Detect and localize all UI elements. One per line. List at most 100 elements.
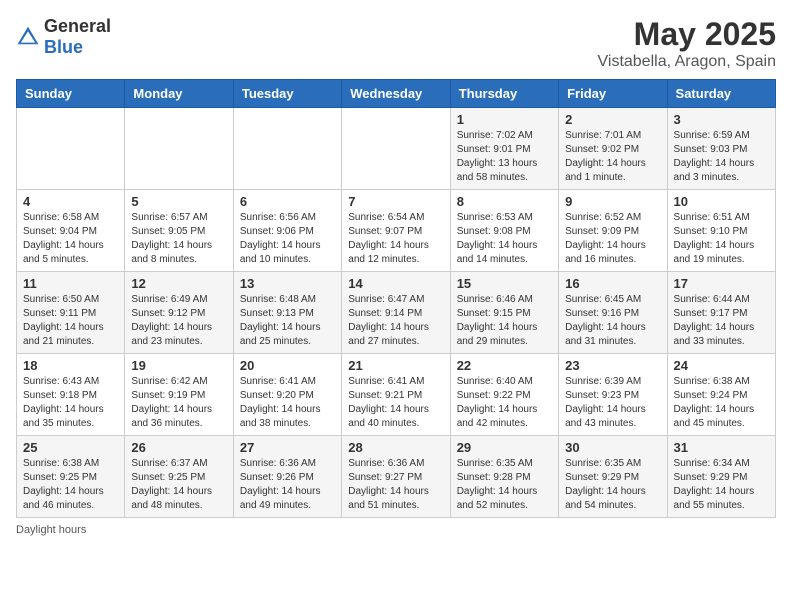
day-number: 21 — [348, 358, 443, 373]
table-row: 3Sunrise: 6:59 AMSunset: 9:03 PMDaylight… — [667, 108, 775, 190]
day-number: 13 — [240, 276, 335, 291]
day-info: Sunrise: 6:47 AMSunset: 9:14 PMDaylight:… — [348, 293, 443, 349]
table-row — [125, 108, 233, 190]
table-row: 25 Sunrise: 6:38 AMSunset: 9:25 PMDayligh… — [17, 436, 125, 518]
day-number: 12 — [131, 276, 226, 291]
day-info: Sunrise: 6:49 AMSunset: 9:12 PMDaylight:… — [131, 293, 226, 349]
header-monday: Monday — [125, 80, 233, 108]
month-title: May 2025 — [598, 16, 777, 53]
header-saturday: Saturday — [667, 80, 775, 108]
day-number: 17 — [674, 276, 769, 291]
day-info: Sunrise: 6:42 AMSunset: 9:19 PMDaylight:… — [131, 375, 226, 431]
day-number: 11 — [23, 276, 118, 291]
logo-text: General Blue — [44, 16, 111, 58]
day-info: Sunrise: 6:58 AMSunset: 9:04 PMDaylight:… — [23, 211, 118, 267]
day-info: Sunrise: 6:34 AMSunset: 9:29 PMDaylight:… — [674, 457, 769, 513]
day-number: 20 — [240, 358, 335, 373]
page-header: General Blue May 2025 Vistabella, Aragon… — [16, 16, 776, 71]
table-row: 12 Sunrise: 6:49 AMSunset: 9:12 PMDayligh… — [125, 272, 233, 354]
day-number: 19 — [131, 358, 226, 373]
table-row: 6 Sunrise: 6:56 AMSunset: 9:06 PMDaylight… — [233, 190, 341, 272]
day-number: 22 — [457, 358, 552, 373]
table-row: 19 Sunrise: 6:42 AMSunset: 9:19 PMDayligh… — [125, 354, 233, 436]
day-number: 9 — [565, 194, 660, 209]
title-block: May 2025 Vistabella, Aragon, Spain — [598, 16, 777, 71]
day-info: Sunrise: 6:44 AMSunset: 9:17 PMDaylight:… — [674, 293, 769, 349]
table-row: 31Sunrise: 6:34 AMSunset: 9:29 PMDayligh… — [667, 436, 775, 518]
calendar-header: Sunday Monday Tuesday Wednesday Thursday… — [17, 80, 776, 108]
day-info: Sunrise: 6:40 AMSunset: 9:22 PMDaylight:… — [457, 375, 552, 431]
table-row: 1Sunrise: 7:02 AMSunset: 9:01 PMDaylight… — [450, 108, 558, 190]
table-row: 21 Sunrise: 6:41 AMSunset: 9:21 PMDayligh… — [342, 354, 450, 436]
table-row: 18 Sunrise: 6:43 AMSunset: 9:18 PMDayligh… — [17, 354, 125, 436]
day-number: 15 — [457, 276, 552, 291]
day-number: 5 — [131, 194, 226, 209]
day-info: Sunrise: 6:41 AMSunset: 9:20 PMDaylight:… — [240, 375, 335, 431]
day-number: 25 — [23, 440, 118, 455]
day-info: Sunrise: 6:39 AMSunset: 9:23 PMDaylight:… — [565, 375, 660, 431]
day-number: 14 — [348, 276, 443, 291]
day-info: Sunrise: 6:48 AMSunset: 9:13 PMDaylight:… — [240, 293, 335, 349]
header-tuesday: Tuesday — [233, 80, 341, 108]
day-info: Sunrise: 6:45 AMSunset: 9:16 PMDaylight:… — [565, 293, 660, 349]
calendar-body: 1Sunrise: 7:02 AMSunset: 9:01 PMDaylight… — [17, 108, 776, 518]
header-thursday: Thursday — [450, 80, 558, 108]
day-number: 2 — [565, 112, 660, 127]
header-wednesday: Wednesday — [342, 80, 450, 108]
day-info: Sunrise: 6:46 AMSunset: 9:15 PMDaylight:… — [457, 293, 552, 349]
day-info: Sunrise: 6:38 AMSunset: 9:24 PMDaylight:… — [674, 375, 769, 431]
table-row: 4 Sunrise: 6:58 AMSunset: 9:04 PMDaylight… — [17, 190, 125, 272]
day-info: Sunrise: 6:50 AMSunset: 9:11 PMDaylight:… — [23, 293, 118, 349]
day-info: Sunrise: 6:35 AMSunset: 9:28 PMDaylight:… — [457, 457, 552, 513]
header-sunday: Sunday — [17, 80, 125, 108]
table-row: 22 Sunrise: 6:40 AMSunset: 9:22 PMDayligh… — [450, 354, 558, 436]
day-info: Sunrise: 6:53 AMSunset: 9:08 PMDaylight:… — [457, 211, 552, 267]
logo-general: General — [44, 16, 111, 36]
logo: General Blue — [16, 16, 111, 58]
table-row: 16 Sunrise: 6:45 AMSunset: 9:16 PMDayligh… — [559, 272, 667, 354]
logo-icon — [16, 25, 40, 49]
day-number: 7 — [348, 194, 443, 209]
table-row: 7 Sunrise: 6:54 AMSunset: 9:07 PMDaylight… — [342, 190, 450, 272]
table-row: 15 Sunrise: 6:46 AMSunset: 9:15 PMDayligh… — [450, 272, 558, 354]
day-number: 24 — [674, 358, 769, 373]
day-number: 4 — [23, 194, 118, 209]
table-row: 29 Sunrise: 6:35 AMSunset: 9:28 PMDayligh… — [450, 436, 558, 518]
day-info: Sunrise: 7:02 AMSunset: 9:01 PMDaylight:… — [457, 129, 552, 185]
day-info: Sunrise: 6:36 AMSunset: 9:26 PMDaylight:… — [240, 457, 335, 513]
day-info: Sunrise: 6:56 AMSunset: 9:06 PMDaylight:… — [240, 211, 335, 267]
day-number: 28 — [348, 440, 443, 455]
logo-blue: Blue — [44, 37, 83, 57]
footer: Daylight hours — [16, 524, 776, 536]
day-number: 29 — [457, 440, 552, 455]
day-number: 8 — [457, 194, 552, 209]
table-row: 24 Sunrise: 6:38 AMSunset: 9:24 PMDayligh… — [667, 354, 775, 436]
day-info: Sunrise: 6:57 AMSunset: 9:05 PMDaylight:… — [131, 211, 226, 267]
table-row: 5 Sunrise: 6:57 AMSunset: 9:05 PMDaylight… — [125, 190, 233, 272]
day-info: Sunrise: 6:54 AMSunset: 9:07 PMDaylight:… — [348, 211, 443, 267]
table-row: 2 Sunrise: 7:01 AMSunset: 9:02 PMDaylight… — [559, 108, 667, 190]
table-row: 9 Sunrise: 6:52 AMSunset: 9:09 PMDaylight… — [559, 190, 667, 272]
table-row: 11 Sunrise: 6:50 AMSunset: 9:11 PMDayligh… — [17, 272, 125, 354]
table-row — [17, 108, 125, 190]
day-info: Sunrise: 7:01 AMSunset: 9:02 PMDaylight:… — [565, 129, 660, 185]
day-number: 3 — [674, 112, 769, 127]
day-info: Sunrise: 6:38 AMSunset: 9:25 PMDaylight:… — [23, 457, 118, 513]
day-info: Sunrise: 6:37 AMSunset: 9:25 PMDaylight:… — [131, 457, 226, 513]
day-info: Sunrise: 6:43 AMSunset: 9:18 PMDaylight:… — [23, 375, 118, 431]
location-title: Vistabella, Aragon, Spain — [598, 53, 777, 71]
day-info: Sunrise: 6:41 AMSunset: 9:21 PMDaylight:… — [348, 375, 443, 431]
table-row: 26Sunrise: 6:37 AMSunset: 9:25 PMDayligh… — [125, 436, 233, 518]
table-row: 30Sunrise: 6:35 AMSunset: 9:29 PMDayligh… — [559, 436, 667, 518]
table-row: 27Sunrise: 6:36 AMSunset: 9:26 PMDayligh… — [233, 436, 341, 518]
table-row: 23Sunrise: 6:39 AMSunset: 9:23 PMDayligh… — [559, 354, 667, 436]
day-number: 6 — [240, 194, 335, 209]
day-info: Sunrise: 6:52 AMSunset: 9:09 PMDaylight:… — [565, 211, 660, 267]
day-number: 16 — [565, 276, 660, 291]
header-friday: Friday — [559, 80, 667, 108]
calendar-table: Sunday Monday Tuesday Wednesday Thursday… — [16, 79, 776, 518]
table-row — [342, 108, 450, 190]
day-number: 18 — [23, 358, 118, 373]
day-info: Sunrise: 6:51 AMSunset: 9:10 PMDaylight:… — [674, 211, 769, 267]
table-row: 20 Sunrise: 6:41 AMSunset: 9:20 PMDayligh… — [233, 354, 341, 436]
